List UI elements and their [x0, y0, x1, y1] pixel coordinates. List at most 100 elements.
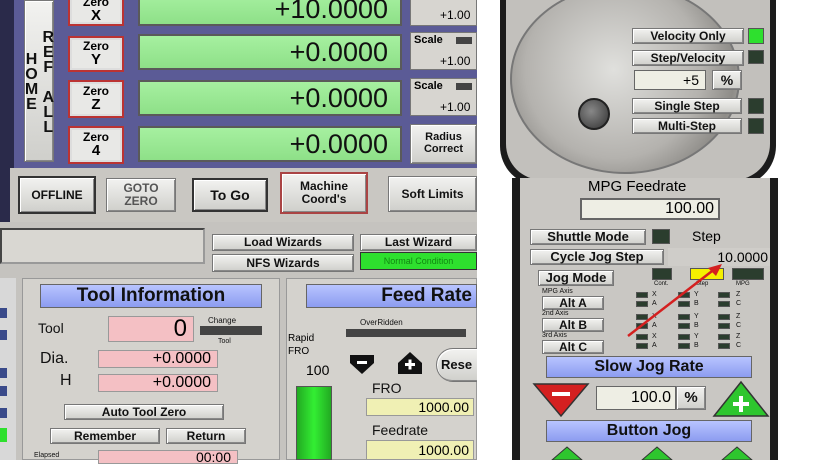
radius-correct-button[interactable]: Radius Correct — [410, 124, 477, 164]
col-mpg: MPG — [736, 281, 750, 287]
return-button[interactable]: Return — [166, 428, 246, 444]
velocity-only-button[interactable]: Velocity Only — [632, 28, 744, 44]
axis-b3: B — [694, 342, 699, 349]
scale-z-label: Scale — [414, 80, 443, 92]
h-field[interactable]: +0.0000 — [98, 374, 218, 392]
normal-condition-indicator: Normal Condition — [360, 252, 477, 270]
jog-rate-plus-button[interactable] — [712, 380, 770, 418]
mpg-feedrate-label: MPG Feedrate — [588, 178, 687, 195]
auto-tool-zero-button[interactable]: Auto Tool Zero — [64, 404, 224, 420]
mpg-axis-label: MPG Axis — [542, 288, 573, 295]
edge-led-4 — [0, 386, 7, 396]
change-label: Change — [208, 316, 237, 325]
zero-y-button[interactable]: Zero Y — [68, 36, 124, 72]
jog-arrow-2-icon[interactable] — [640, 446, 674, 461]
tool-label: Tool — [38, 320, 64, 336]
dro-4[interactable]: +0.0000 — [138, 126, 402, 162]
velocity-only-led — [748, 28, 764, 44]
alt-b-button[interactable]: Alt B — [542, 318, 604, 332]
feed-rate-title: Feed Rate — [306, 284, 477, 308]
step-velocity-led — [748, 50, 764, 64]
dro-x[interactable]: +10.0000 — [138, 0, 402, 26]
jog-arrow-1-icon[interactable] — [550, 446, 584, 461]
annotation-arrow — [627, 264, 722, 337]
edge-led-6 — [0, 428, 7, 442]
step-velocity-button[interactable]: Step/Velocity — [632, 50, 744, 66]
shuttle-mode-button[interactable]: Shuttle Mode — [530, 229, 646, 245]
reset-fro-button[interactable]: Rese — [436, 348, 480, 382]
edge-led-5 — [0, 408, 7, 418]
multi-step-led — [748, 118, 764, 134]
axis-led-c3 — [718, 343, 730, 349]
button-jog-title: Button Jog — [546, 420, 752, 442]
jog-rate-minus-button[interactable] — [532, 382, 590, 418]
load-wizards-button[interactable]: Load Wizards — [212, 234, 354, 251]
elapsed-label: Elapsed — [34, 452, 60, 459]
last-wizard-button[interactable]: Last Wizard — [360, 234, 477, 251]
message-box — [0, 228, 205, 264]
alt-c-button[interactable]: Alt C — [542, 340, 604, 354]
soft-limits-button[interactable]: Soft Limits — [388, 176, 477, 212]
zero-4-button[interactable]: Zero 4 — [68, 126, 124, 164]
tool-small-label: Tool — [218, 338, 231, 345]
rapid-fro-value: 100 — [306, 362, 330, 378]
tool-number-field[interactable]: 0 — [108, 315, 194, 342]
dro-z[interactable]: +0.0000 — [138, 80, 402, 116]
scale-z-value: +1.00 — [440, 100, 471, 114]
axis-z1: Z — [736, 291, 741, 298]
image-divider — [477, 0, 485, 460]
single-step-led — [748, 98, 764, 114]
multi-step-button[interactable]: Multi-Step — [632, 118, 742, 134]
jog-rate-field[interactable]: 100.0 — [596, 386, 676, 410]
mpg-feedrate-field[interactable]: 100.00 — [580, 198, 720, 220]
edge-led-3 — [0, 368, 7, 378]
to-go-button[interactable]: To Go — [192, 178, 268, 212]
jog-rate-pct: % — [676, 386, 706, 410]
percent-field[interactable]: +5 — [634, 70, 706, 90]
fro-label: FRO — [372, 380, 402, 396]
overridden-label: OverRidden — [360, 318, 403, 327]
dro-y[interactable]: +0.0000 — [138, 34, 402, 70]
feed-down-icon[interactable] — [346, 352, 378, 376]
axis-c1: C — [736, 300, 742, 307]
zero-x-button[interactable]: Zero X — [68, 0, 124, 26]
axis-a3: A — [652, 342, 657, 349]
feedrate-label: Feedrate — [372, 422, 429, 438]
axis-led-a3 — [636, 343, 648, 349]
feedrate-field[interactable]: 1000.00 — [366, 440, 474, 460]
step-label: Step — [692, 228, 721, 244]
ref-all-home-button[interactable]: REF ALL HOME — [23, 0, 57, 162]
shuttle-mode-led — [652, 229, 670, 244]
alt-a-button[interactable]: Alt A — [542, 296, 604, 310]
zero-z-button[interactable]: Zero Z — [68, 80, 124, 118]
nfs-wizards-button[interactable]: NFS Wizards — [212, 254, 354, 272]
jog-mode-button[interactable]: Jog Mode — [538, 270, 614, 286]
fro-field: 1000.00 — [366, 398, 474, 416]
axis2-label: 2nd Axis — [542, 310, 569, 317]
scale-x-value: +1.00 — [440, 8, 471, 22]
rapid-fro-label: Rapid FRO — [288, 333, 315, 357]
axis-c3: C — [736, 342, 742, 349]
offline-button[interactable]: OFFLINE — [18, 176, 96, 214]
machine-coords-button[interactable]: Machine Coord's — [280, 172, 368, 214]
dia-field[interactable]: +0.0000 — [98, 350, 218, 368]
scale-y-label: Scale — [414, 34, 443, 46]
scale-y-indicator — [456, 37, 472, 44]
jog-mpg-led — [732, 268, 764, 280]
axis-z2: Z — [736, 313, 741, 320]
axis-z3: Z — [736, 333, 741, 340]
axis-c2: C — [736, 322, 742, 329]
single-step-button[interactable]: Single Step — [632, 98, 742, 114]
slow-jog-rate-title: Slow Jog Rate — [546, 356, 752, 378]
feed-up-icon[interactable] — [394, 350, 426, 376]
percent-sign: % — [712, 70, 742, 90]
scale-z-indicator — [456, 83, 472, 90]
rapid-fro-slider[interactable] — [296, 386, 332, 460]
scale-y-value: +1.00 — [440, 54, 471, 68]
change-indicator — [200, 326, 262, 335]
h-label: H — [60, 372, 72, 389]
remember-button[interactable]: Remember — [50, 428, 160, 444]
goto-zero-button[interactable]: GOTO ZERO — [106, 178, 176, 212]
edge-led-2 — [0, 330, 7, 340]
jog-arrow-3-icon[interactable] — [720, 446, 754, 461]
